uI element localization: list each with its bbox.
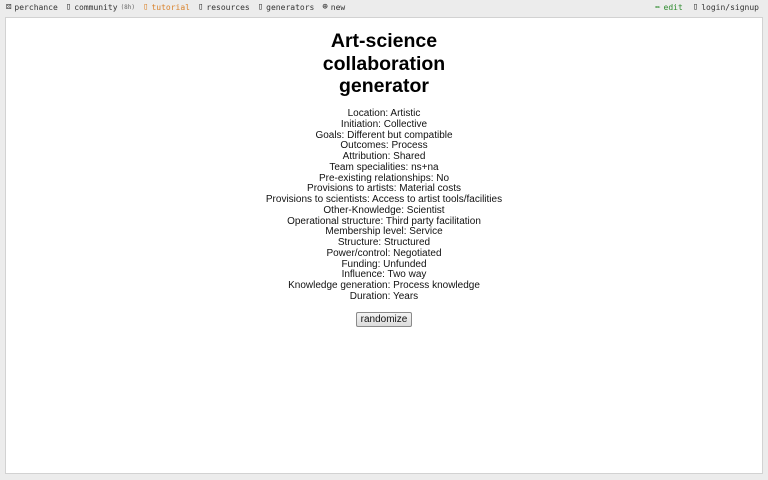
top-nav-bar: ⚄ perchance ▯ community (8h) ▯ tutorial … — [0, 0, 768, 16]
user-icon: ▯ — [692, 2, 699, 12]
nav-resources[interactable]: ▯ resources — [197, 2, 250, 13]
nav-login[interactable]: ▯ login/signup — [692, 2, 759, 13]
title-line: Art-science — [330, 30, 438, 52]
plus-circle-icon: ⊕ — [322, 2, 328, 12]
result-line: Initiation: Collective — [340, 118, 428, 130]
result-line: Power/control: Negotiated — [326, 247, 442, 259]
nav-community-label: community — [74, 3, 118, 12]
nav-community[interactable]: ▯ community (8h) — [65, 2, 136, 13]
nav-generators[interactable]: ▯ generators — [257, 2, 315, 13]
result-line: Duration: Years — [349, 290, 419, 302]
nav-perchance[interactable]: ⚄ perchance — [6, 2, 58, 13]
result-line: Team specialities: ns+na — [329, 161, 439, 173]
community-icon: ▯ — [65, 2, 72, 12]
resources-icon: ▯ — [197, 2, 204, 12]
nav-edit-label: edit — [663, 3, 683, 12]
nav-new[interactable]: ⊕ new — [322, 2, 346, 13]
community-badge: (8h) — [120, 4, 136, 11]
nav-tutorial-label: tutorial — [151, 3, 190, 12]
tutorial-icon: ▯ — [143, 2, 149, 12]
nav-tutorial[interactable]: ▯ tutorial — [143, 2, 190, 13]
pencil-icon: ✏ — [655, 2, 661, 12]
title-line: generator — [339, 75, 429, 97]
nav-resources-label: resources — [206, 3, 250, 12]
nav-perchance-label: perchance — [14, 3, 58, 12]
nav-login-label: login/signup — [701, 3, 759, 12]
nav-right: ✏ edit ▯ login/signup — [645, 2, 759, 13]
result-line: Other-Knowledge: Scientist — [323, 204, 445, 216]
nav-left: ⚄ perchance ▯ community (8h) ▯ tutorial … — [6, 2, 353, 13]
generators-icon: ▯ — [257, 2, 264, 12]
page-title: Art-science collaboration generator — [6, 30, 762, 98]
nav-new-label: new — [330, 3, 346, 12]
nav-generators-label: generators — [266, 3, 315, 12]
nav-edit[interactable]: ✏ edit — [655, 2, 683, 13]
title-line: collaboration — [322, 52, 446, 75]
generator-panel: Art-science collaboration generator Loca… — [5, 17, 763, 474]
randomize-button[interactable]: randomize — [356, 312, 412, 327]
dice-icon: ⚄ — [6, 2, 12, 12]
result-list: Location: Artistic Initiation: Collectiv… — [6, 108, 762, 303]
